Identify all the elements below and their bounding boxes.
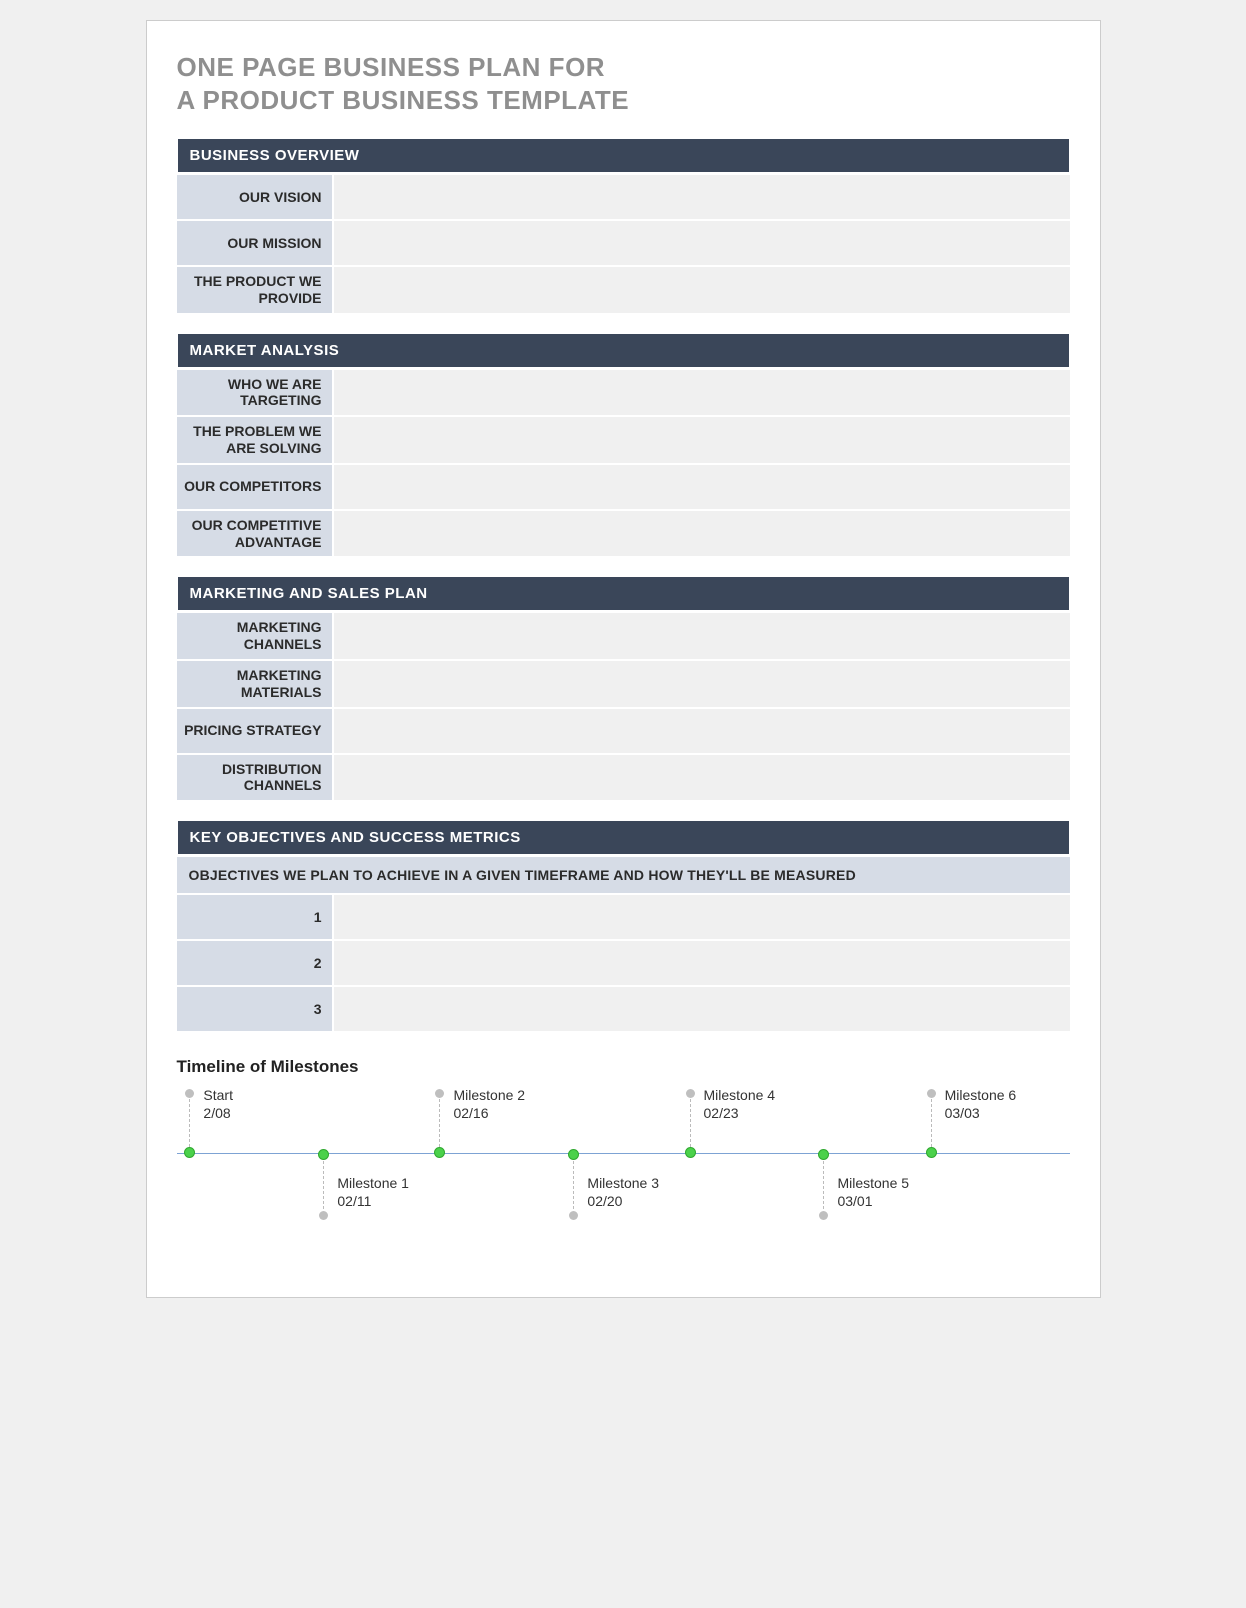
milestone-text: Milestone 1 02/11 — [337, 1175, 409, 1210]
page-title: ONE PAGE BUSINESS PLAN FOR A PRODUCT BUS… — [177, 51, 1070, 116]
section-header: KEY OBJECTIVES AND SUCCESS METRICS — [177, 820, 1070, 855]
milestone-stem — [323, 1161, 324, 1209]
row-objective-3: 3 — [177, 985, 1070, 1031]
section-header: BUSINESS OVERVIEW — [177, 138, 1070, 173]
milestone-marker-icon — [568, 1149, 579, 1160]
milestone-label: Milestone 3 — [587, 1175, 659, 1191]
input-objective-2[interactable] — [332, 941, 1070, 985]
section-market-analysis: MARKET ANALYSIS WHO WE ARE TARGETING THE… — [177, 333, 1070, 557]
row-vision: OUR VISION — [177, 173, 1070, 219]
milestone-label: Milestone 6 — [945, 1087, 1017, 1103]
milestone-dot-icon — [819, 1211, 828, 1220]
milestone-label: Milestone 4 — [704, 1087, 776, 1103]
label-objective-3: 3 — [177, 987, 332, 1031]
row-problem: THE PROBLEM WE ARE SOLVING — [177, 415, 1070, 463]
input-marketing-channels[interactable] — [332, 613, 1070, 659]
title-line-1: ONE PAGE BUSINESS PLAN FOR — [177, 52, 606, 82]
section-business-overview: BUSINESS OVERVIEW OUR VISION OUR MISSION… — [177, 138, 1070, 313]
label-distribution: DISTRIBUTION CHANNELS — [177, 755, 332, 801]
label-marketing-channels: MARKETING CHANNELS — [177, 613, 332, 659]
milestone-dot-icon — [569, 1211, 578, 1220]
milestone-stem — [189, 1099, 190, 1147]
label-mission: OUR MISSION — [177, 221, 332, 265]
milestone-date: 02/16 — [453, 1105, 488, 1121]
label-objective-1: 1 — [177, 895, 332, 939]
row-marketing-materials: MARKETING MATERIALS — [177, 659, 1070, 707]
milestone-text: Milestone 4 02/23 — [704, 1087, 776, 1122]
row-pricing: PRICING STRATEGY — [177, 707, 1070, 753]
objectives-subheader: OBJECTIVES WE PLAN TO ACHIEVE IN A GIVEN… — [177, 855, 1070, 893]
label-pricing: PRICING STRATEGY — [177, 709, 332, 753]
label-marketing-materials: MARKETING MATERIALS — [177, 661, 332, 707]
label-objective-2: 2 — [177, 941, 332, 985]
milestone-text: Milestone 3 02/20 — [587, 1175, 659, 1210]
row-marketing-channels: MARKETING CHANNELS — [177, 611, 1070, 659]
milestone-stem — [690, 1099, 691, 1147]
input-vision[interactable] — [332, 175, 1070, 219]
section-objectives: KEY OBJECTIVES AND SUCCESS METRICS OBJEC… — [177, 820, 1070, 1031]
input-pricing[interactable] — [332, 709, 1070, 753]
milestone-dot-icon — [319, 1211, 328, 1220]
milestone-dot-icon — [185, 1089, 194, 1098]
milestone-date: 03/01 — [837, 1193, 872, 1209]
milestone-label: Milestone 5 — [837, 1175, 909, 1191]
title-line-2: A PRODUCT BUSINESS TEMPLATE — [177, 85, 630, 115]
milestone-stem — [573, 1161, 574, 1209]
milestone-dot-icon — [686, 1089, 695, 1098]
row-mission: OUR MISSION — [177, 219, 1070, 265]
input-product[interactable] — [332, 267, 1070, 313]
row-targeting: WHO WE ARE TARGETING — [177, 368, 1070, 416]
milestone-stem — [823, 1161, 824, 1209]
section-header: MARKETING AND SALES PLAN — [177, 576, 1070, 611]
label-problem: THE PROBLEM WE ARE SOLVING — [177, 417, 332, 463]
input-mission[interactable] — [332, 221, 1070, 265]
milestone-label: Start — [203, 1087, 233, 1103]
milestone-text: Start 2/08 — [203, 1087, 233, 1122]
row-objective-2: 2 — [177, 939, 1070, 985]
label-competitors: OUR COMPETITORS — [177, 465, 332, 509]
label-targeting: WHO WE ARE TARGETING — [177, 370, 332, 416]
section-header: MARKET ANALYSIS — [177, 333, 1070, 368]
input-targeting[interactable] — [332, 370, 1070, 416]
input-competitors[interactable] — [332, 465, 1070, 509]
milestone-dot-icon — [435, 1089, 444, 1098]
timeline: Start 2/08 Milestone 1 02/11 Milestone 2 02/1… — [177, 1087, 1070, 1257]
milestone-marker-icon — [318, 1149, 329, 1160]
milestone-marker-icon — [926, 1147, 937, 1158]
row-product: THE PRODUCT WE PROVIDE — [177, 265, 1070, 313]
input-objective-3[interactable] — [332, 987, 1070, 1031]
milestone-marker-icon — [184, 1147, 195, 1158]
input-advantage[interactable] — [332, 511, 1070, 557]
label-advantage: OUR COMPETITIVE ADVANTAGE — [177, 511, 332, 557]
milestone-date: 03/03 — [945, 1105, 980, 1121]
label-product: THE PRODUCT WE PROVIDE — [177, 267, 332, 313]
milestone-date: 02/23 — [704, 1105, 739, 1121]
label-vision: OUR VISION — [177, 175, 332, 219]
milestone-stem — [439, 1099, 440, 1147]
milestone-marker-icon — [685, 1147, 696, 1158]
input-distribution[interactable] — [332, 755, 1070, 801]
milestone-text: Milestone 6 03/03 — [945, 1087, 1017, 1122]
row-distribution: DISTRIBUTION CHANNELS — [177, 753, 1070, 801]
milestone-label: Milestone 1 — [337, 1175, 409, 1191]
section-marketing-sales: MARKETING AND SALES PLAN MARKETING CHANN… — [177, 576, 1070, 800]
milestone-dot-icon — [927, 1089, 936, 1098]
input-objective-1[interactable] — [332, 895, 1070, 939]
document-page: ONE PAGE BUSINESS PLAN FOR A PRODUCT BUS… — [146, 20, 1101, 1298]
milestone-date: 02/11 — [337, 1193, 371, 1209]
milestone-stem — [931, 1099, 932, 1147]
timeline-title: Timeline of Milestones — [177, 1057, 1070, 1077]
milestone-marker-icon — [818, 1149, 829, 1160]
input-marketing-materials[interactable] — [332, 661, 1070, 707]
milestone-date: 02/20 — [587, 1193, 622, 1209]
row-competitors: OUR COMPETITORS — [177, 463, 1070, 509]
milestone-text: Milestone 2 02/16 — [453, 1087, 525, 1122]
milestone-label: Milestone 2 — [453, 1087, 525, 1103]
milestone-text: Milestone 5 03/01 — [837, 1175, 909, 1210]
row-objective-1: 1 — [177, 893, 1070, 939]
input-problem[interactable] — [332, 417, 1070, 463]
row-advantage: OUR COMPETITIVE ADVANTAGE — [177, 509, 1070, 557]
milestone-date: 2/08 — [203, 1105, 230, 1121]
milestone-marker-icon — [434, 1147, 445, 1158]
